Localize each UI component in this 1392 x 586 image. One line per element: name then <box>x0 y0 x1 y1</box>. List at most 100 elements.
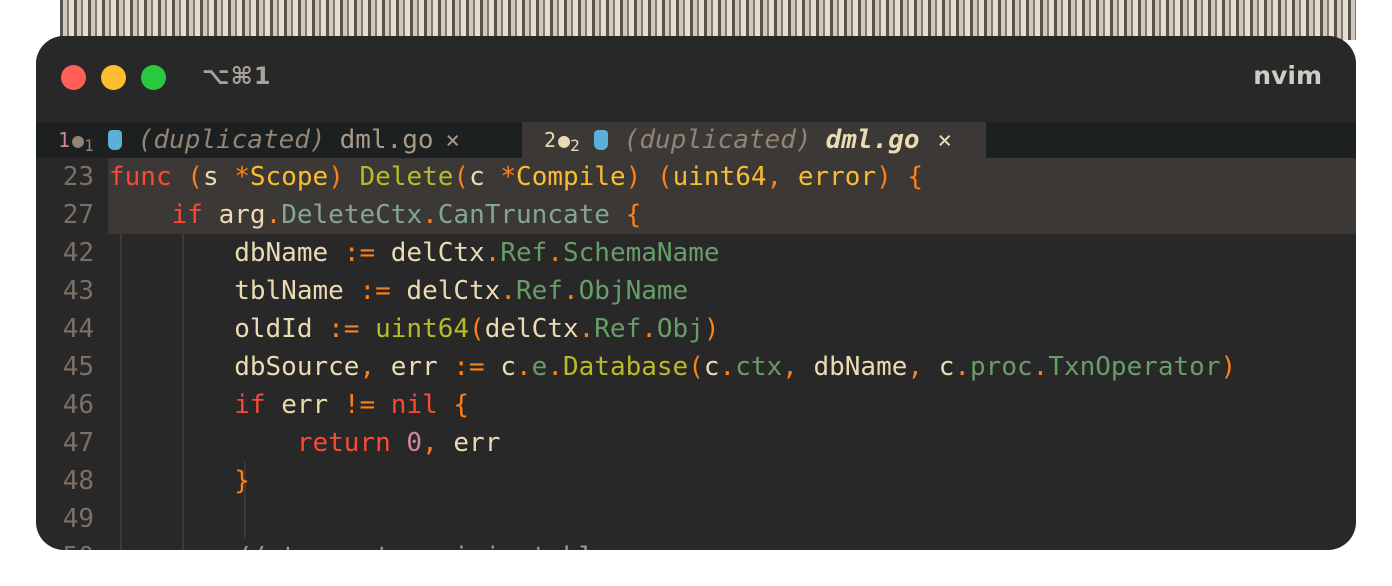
code-token: { <box>453 390 470 420</box>
code-token: . <box>719 352 736 382</box>
tab-2[interactable]: 2 ● 2 (duplicated) dml.go × <box>522 122 986 158</box>
line-number: 49 <box>62 504 94 534</box>
code-token: , <box>422 428 438 458</box>
code-token: . <box>516 352 532 382</box>
code-token: . <box>578 314 595 344</box>
code-token: tblName <box>109 276 360 306</box>
code-token: dbName <box>109 238 344 268</box>
code-token: ( <box>453 162 470 192</box>
code-token: * <box>500 162 517 192</box>
code-token: . <box>562 276 579 306</box>
code-token: if <box>171 200 203 230</box>
line-number: 27 <box>62 200 94 230</box>
code-token: . <box>954 352 971 382</box>
tab-prefix: (duplicated) <box>623 125 812 155</box>
code-line[interactable]: } <box>109 462 250 500</box>
code-token: if <box>234 390 266 420</box>
go-file-icon <box>107 130 122 150</box>
line-number: 48 <box>62 466 94 496</box>
code-token: Scope <box>249 162 329 192</box>
code-token: != <box>343 390 376 420</box>
minimize-window-button[interactable] <box>101 65 126 90</box>
code-token: . <box>422 200 438 230</box>
code-line[interactable]: if err != nil { <box>109 386 469 424</box>
code-token: ( <box>656 162 673 192</box>
code-token: func <box>109 162 172 192</box>
code-token: { <box>907 162 924 192</box>
code-token: ObjName <box>578 276 689 306</box>
code-token: uint64 <box>375 314 470 344</box>
terminal-window: ⌥⌘1 nvim 1 ● 1 (duplicated) dml.go × 2 ●… <box>36 36 1356 550</box>
title-bar: ⌥⌘1 nvim <box>36 36 1356 122</box>
tab-line: 1 ● 1 (duplicated) dml.go × 2 ● 2 (dupli… <box>36 122 1356 158</box>
tab-1[interactable]: 1 ● 1 (duplicated) dml.go × <box>58 122 460 158</box>
line-number: 44 <box>62 314 94 344</box>
code-token: s <box>202 162 235 192</box>
zoom-window-button[interactable] <box>141 65 166 90</box>
code-line[interactable]: tblName := delCtx.Ref.ObjName <box>109 272 688 310</box>
close-tab-icon[interactable]: × <box>446 126 460 154</box>
code-token: , <box>907 352 924 382</box>
code-token: ) <box>703 314 720 344</box>
code-token: := <box>453 352 485 382</box>
code-token: * <box>234 162 250 192</box>
code-line[interactable]: dbSource, err := c.e.Database(c.ctx, dbN… <box>109 348 1236 386</box>
code-token: err <box>375 352 454 382</box>
code-token: TxnOperator <box>1048 352 1221 382</box>
close-window-button[interactable] <box>61 65 86 90</box>
code-token: := <box>343 238 376 268</box>
code-line[interactable]: dbName := delCtx.Ref.SchemaName <box>109 234 719 272</box>
code-line[interactable]: // truncate origin table <box>109 538 610 550</box>
code-token: . <box>547 352 563 382</box>
code-token: error <box>797 162 877 192</box>
code-editor[interactable]: 23 func (s *Scope) Delete(c *Compile) (ui… <box>36 158 1356 550</box>
code-token: uint64 <box>672 162 767 192</box>
code-line[interactable]: oldId := uint64(delCtx.Ref.Obj) <box>109 310 720 348</box>
code-line[interactable]: return 0, err <box>109 424 501 462</box>
go-file-icon <box>593 130 608 150</box>
tab-number: 2 <box>544 128 557 152</box>
tab-number: 1 <box>58 128 71 152</box>
code-token: . <box>265 200 282 230</box>
code-token: ( <box>469 314 485 344</box>
code-token: . <box>641 314 657 344</box>
window-title: nvim <box>1253 61 1322 90</box>
code-token: , <box>359 352 376 382</box>
code-token: ) <box>876 162 892 192</box>
code-token: , <box>782 352 798 382</box>
code-token: nil <box>390 390 438 420</box>
line-number: 23 <box>62 162 94 192</box>
line-number: 46 <box>62 390 94 420</box>
code-line[interactable]: if arg.DeleteCtx.CanTruncate { <box>109 196 642 234</box>
code-token: , <box>766 162 783 192</box>
code-line[interactable]: func (s *Scope) Delete(c *Compile) (uint… <box>109 158 923 196</box>
code-token: Obj <box>656 314 704 344</box>
code-token: { <box>625 200 642 230</box>
code-token: delCtx <box>484 314 579 344</box>
modified-dot-icon: ● <box>72 128 85 152</box>
code-token: err <box>437 428 501 458</box>
tab-window-count: 2 <box>570 135 580 155</box>
code-token: proc <box>970 352 1033 382</box>
code-token: DeleteCtx <box>281 200 423 230</box>
line-number: 47 <box>62 428 94 458</box>
code-token: 0 <box>406 428 423 458</box>
code-token: ( <box>688 352 704 382</box>
line-number: 45 <box>62 352 94 382</box>
window-shortcut: ⌥⌘1 <box>202 62 272 90</box>
code-token: ( <box>187 162 203 192</box>
close-tab-icon[interactable]: × <box>938 126 952 154</box>
line-number: 50 <box>36 538 94 550</box>
code-token: delCtx <box>390 276 501 306</box>
